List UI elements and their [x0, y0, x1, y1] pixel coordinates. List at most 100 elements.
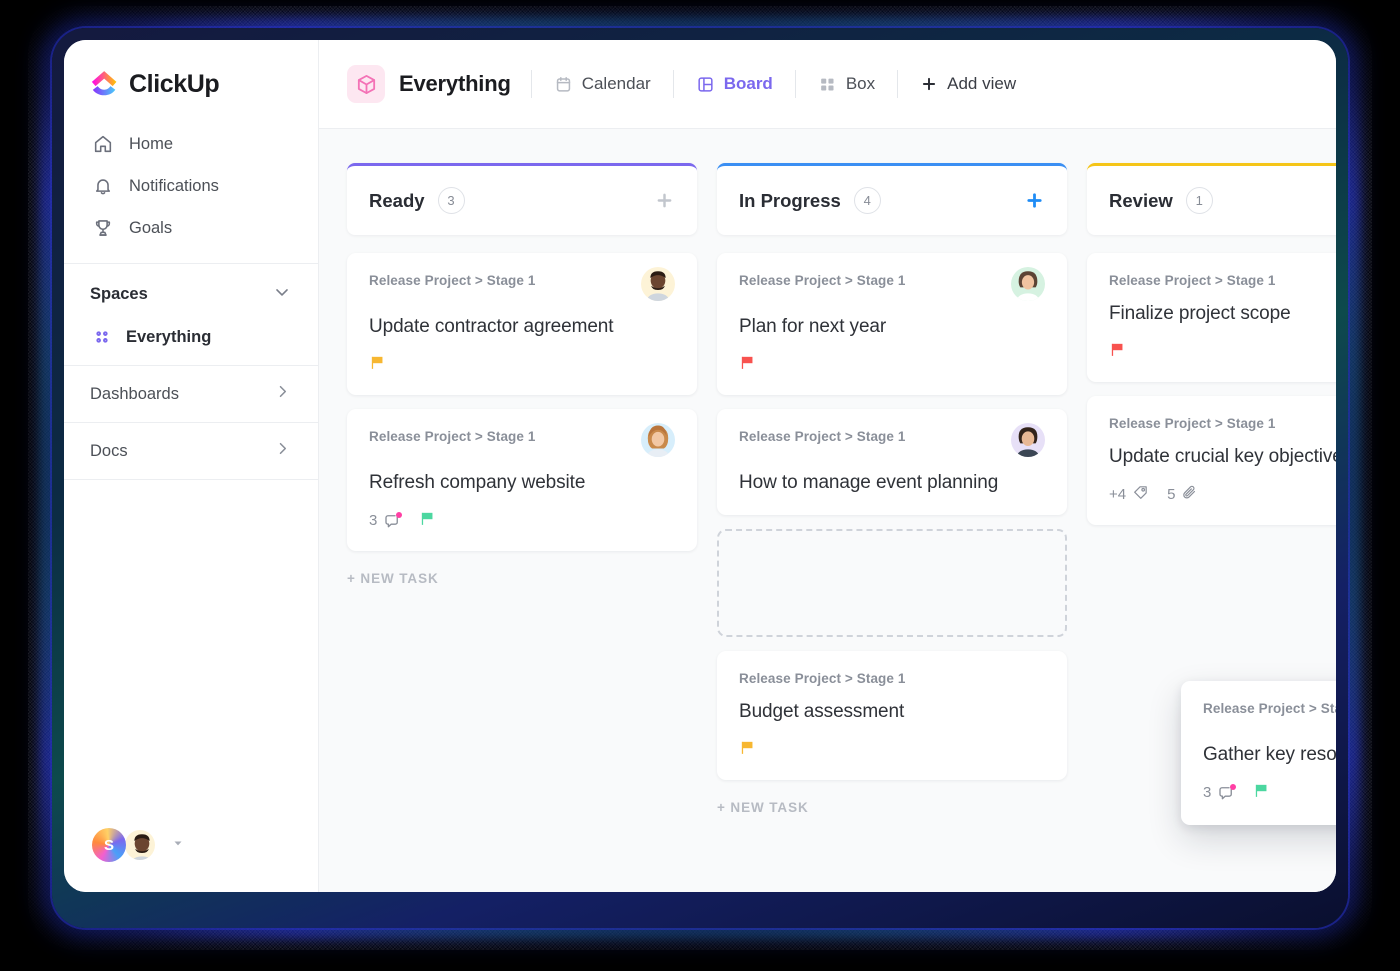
workspace-avatar[interactable]: S — [92, 828, 126, 862]
avatar[interactable] — [1011, 423, 1045, 458]
column-header[interactable]: Ready 3 — [347, 163, 697, 235]
sidebar-item-label: Dashboards — [90, 384, 179, 403]
main-area: Everything Calendar Board Box Add view R… — [319, 40, 1336, 892]
top-toolbar: Everything Calendar Board Box Add view — [319, 40, 1336, 129]
sidebar-item-label: Everything — [126, 327, 212, 346]
comment-count[interactable]: 3 — [369, 511, 403, 530]
chevron-down-icon[interactable] — [272, 282, 292, 307]
sidebar-item-dashboards[interactable]: Dashboards — [64, 365, 318, 422]
task-title: Budget assessment — [739, 701, 905, 723]
brand-logo[interactable]: ClickUp — [64, 40, 318, 119]
clickup-logo-icon — [90, 69, 120, 99]
priority-flag-icon[interactable] — [419, 510, 436, 531]
user-avatar[interactable] — [123, 828, 157, 862]
sidebar-item-home[interactable]: Home — [64, 123, 318, 165]
avatar[interactable] — [1011, 267, 1045, 301]
task-meta: 3 — [369, 510, 675, 531]
tab-box[interactable]: Box — [796, 67, 897, 101]
paperclip-icon — [1181, 484, 1198, 505]
dragged-task-card[interactable]: Release Project > Stage 1 Gather key res… — [1181, 681, 1336, 826]
task-card[interactable]: Release Project > Stage 1 — [347, 409, 697, 552]
breadcrumb: Release Project > Stage 1 — [369, 429, 536, 445]
task-card[interactable]: Release Project > Stage 1 How to manage … — [717, 409, 1067, 516]
task-title: Update contractor agreement — [369, 316, 614, 337]
breadcrumb: Release Project > Stage 1 — [1109, 416, 1276, 432]
avatar[interactable] — [641, 423, 675, 458]
task-title: Plan for next year — [739, 316, 887, 337]
spaces-header[interactable]: Spaces — [64, 264, 318, 319]
workspace-initial: S — [103, 836, 114, 854]
task-meta: 3 — [1203, 782, 1336, 803]
tag-count[interactable]: +4 — [1109, 484, 1149, 505]
task-meta — [369, 354, 675, 375]
breadcrumb: Release Project > Stage 1 — [739, 273, 906, 288]
column-title: In Progress — [739, 189, 841, 211]
home-icon — [92, 133, 114, 155]
task-card[interactable]: Release Project > Stage 1 Finalize proje… — [1087, 253, 1336, 383]
column-count: 3 — [437, 187, 465, 214]
sidebar-item-goals[interactable]: Goals — [64, 207, 318, 249]
sidebar-item-label: Goals — [129, 218, 173, 237]
calendar-icon — [554, 75, 573, 94]
column-cards: Release Project > Stage 1 Plan for next … — [717, 253, 1067, 781]
column-header[interactable]: Review 1 — [1087, 163, 1336, 235]
attachment-count[interactable]: 5 — [1167, 484, 1198, 505]
new-task-button[interactable]: + NEW TASK — [717, 800, 1067, 815]
unread-dot — [396, 511, 403, 518]
breadcrumb: Release Project > Stage 1 — [1109, 273, 1276, 288]
sidebar-spacer — [64, 479, 318, 828]
task-card[interactable]: Release Project > Stage 1 Update crucial… — [1087, 396, 1336, 526]
priority-flag-icon[interactable] — [369, 354, 386, 375]
caret-down-icon[interactable] — [171, 836, 185, 855]
sidebar-item-label: Notifications — [129, 176, 219, 195]
column-header[interactable]: In Progress 4 — [717, 163, 1067, 235]
sidebar-item-notifications[interactable]: Notifications — [64, 165, 318, 207]
drop-placeholder[interactable] — [717, 529, 1067, 638]
user-menu[interactable]: S — [64, 828, 318, 892]
add-task-icon[interactable] — [1024, 190, 1045, 211]
box-grid-icon — [818, 75, 837, 94]
tab-label: Calendar — [581, 74, 651, 93]
tag-icon — [1132, 484, 1149, 505]
task-title: Update crucial key objectives — [1109, 446, 1336, 468]
sidebar: ClickUp Home Notifications Goals Spaces … — [64, 40, 319, 892]
avatar[interactable] — [641, 267, 675, 301]
chevron-right-icon[interactable] — [273, 382, 292, 406]
tab-label: Board — [723, 74, 773, 93]
space-selector[interactable]: Everything — [347, 65, 531, 103]
brand-name: ClickUp — [129, 69, 220, 98]
priority-flag-icon[interactable] — [739, 354, 756, 375]
priority-flag-icon[interactable] — [1109, 341, 1126, 362]
board-column-in-progress: In Progress 4 Release Project > Stage 1 — [717, 163, 1067, 815]
task-title: How to manage event planning — [739, 472, 999, 494]
task-meta: +4 5 — [1109, 484, 1336, 505]
task-meta — [739, 739, 1045, 760]
breadcrumb: Release Project > Stage 1 — [739, 671, 906, 687]
sidebar-item-docs[interactable]: Docs — [64, 422, 318, 479]
task-title: Refresh company website — [369, 472, 586, 494]
column-cards: Release Project > Stage 1 Finalize proje… — [1087, 253, 1336, 526]
add-task-icon[interactable] — [654, 190, 675, 211]
tag-count-value: +4 — [1109, 486, 1127, 504]
add-view-label: Add view — [947, 74, 1017, 93]
priority-flag-icon[interactable] — [1253, 782, 1270, 803]
priority-flag-icon[interactable] — [739, 739, 756, 760]
clickup-app-window: ClickUp Home Notifications Goals Spaces … — [64, 40, 1336, 892]
task-title: Finalize project scope — [1109, 303, 1291, 324]
task-card[interactable]: Release Project > Stage 1 — [347, 253, 697, 396]
tab-calendar[interactable]: Calendar — [532, 67, 673, 101]
tab-label: Box — [845, 74, 876, 93]
breadcrumb: Release Project > Stage 1 — [739, 429, 906, 445]
breadcrumb: Release Project > Stage 1 — [369, 273, 536, 288]
board-column-ready: Ready 3 Release Project > Stage 1 Update… — [347, 163, 697, 586]
sidebar-item-everything[interactable]: Everything — [64, 319, 318, 365]
add-view-button[interactable]: Add view — [898, 67, 1038, 101]
task-card[interactable]: Release Project > Stage 1 Budget assessm… — [717, 651, 1067, 781]
trophy-icon — [92, 217, 114, 239]
chevron-right-icon[interactable] — [273, 439, 292, 463]
column-count: 1 — [1185, 187, 1213, 214]
new-task-button[interactable]: + NEW TASK — [347, 571, 697, 586]
tab-board[interactable]: Board — [674, 67, 795, 101]
comment-count[interactable]: 3 — [1203, 783, 1237, 802]
task-card[interactable]: Release Project > Stage 1 Plan for next … — [717, 253, 1067, 396]
